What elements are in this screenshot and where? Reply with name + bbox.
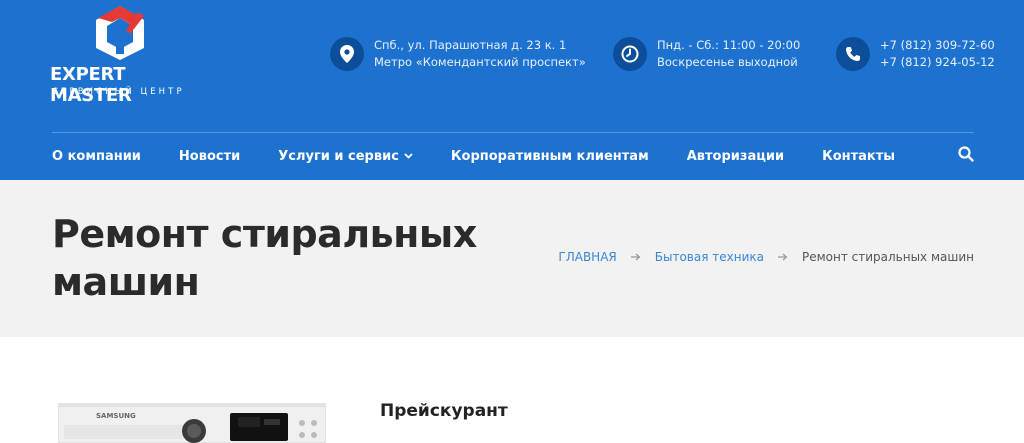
breadcrumb-home[interactable]: ГЛАВНАЯ — [558, 250, 616, 264]
product-brand-label: SAMSUNG — [96, 412, 136, 420]
contact-phones: +7 (812) 309-72-60 +7 (812) 924-05-12 — [836, 34, 995, 74]
chevron-down-icon — [404, 153, 413, 159]
price-list-title: Прейскурант — [380, 401, 508, 421]
breadcrumb-current: Ремонт стиральных машин — [801, 250, 974, 264]
page-content: SAMSUNG Прейскурант — [0, 337, 1024, 443]
nav-item-about[interactable]: О компании — [52, 149, 141, 164]
address-line-2: Метро «Комендантский проспект» — [374, 55, 586, 69]
page-hero: Ремонт стиральных машин ГЛАВНАЯ Бытовая … — [0, 180, 1024, 337]
brand-subtitle: СЕРВИСНЫЙ ЦЕНТР — [52, 87, 185, 97]
main-nav: О компании Новости Услуги и сервис Корпо… — [52, 143, 933, 169]
contact-address: Спб., ул. Парашютная д. 23 к. 1 Метро «К… — [330, 34, 586, 74]
phone-line-2[interactable]: +7 (812) 924-05-12 — [880, 54, 995, 71]
nav-item-news[interactable]: Новости — [179, 149, 240, 164]
hours-line-2: Воскресенье выходной — [657, 55, 798, 69]
page-title: Ремонт стиральных машин — [52, 212, 477, 304]
contact-hours: Пнд. - Сб.: 11:00 - 20:00 Воскресенье вы… — [613, 34, 800, 74]
washing-machine-image: SAMSUNG — [58, 403, 326, 443]
arrow-right-icon — [630, 253, 641, 261]
nav-item-corporate[interactable]: Корпоративным клиентам — [451, 149, 649, 164]
phone-line-1[interactable]: +7 (812) 309-72-60 — [880, 37, 995, 54]
nav-item-contacts[interactable]: Контакты — [822, 149, 895, 164]
search-icon[interactable] — [958, 146, 976, 164]
brand-name: EXPERT MASTER — [50, 64, 132, 106]
address-line-1: Спб., ул. Парашютная д. 23 к. 1 — [374, 38, 567, 52]
site-header: EXPERT MASTER СЕРВИСНЫЙ ЦЕНТР Спб., ул. … — [0, 0, 1024, 180]
phone-icon — [836, 37, 870, 71]
logo[interactable]: EXPERT MASTER СЕРВИСНЫЙ ЦЕНТР — [50, 4, 195, 106]
nav-divider — [52, 132, 974, 133]
nav-item-authorization[interactable]: Авторизации — [687, 149, 784, 164]
breadcrumb-category[interactable]: Бытовая техника — [655, 250, 764, 264]
breadcrumb: ГЛАВНАЯ Бытовая техника Ремонт стиральны… — [558, 250, 974, 264]
location-pin-icon — [330, 37, 364, 71]
arrow-right-icon — [777, 253, 788, 261]
logo-mark-icon — [96, 6, 144, 60]
clock-icon — [613, 37, 647, 71]
nav-item-services[interactable]: Услуги и сервис — [278, 149, 413, 164]
hours-line-1: Пнд. - Сб.: 11:00 - 20:00 — [657, 38, 801, 52]
